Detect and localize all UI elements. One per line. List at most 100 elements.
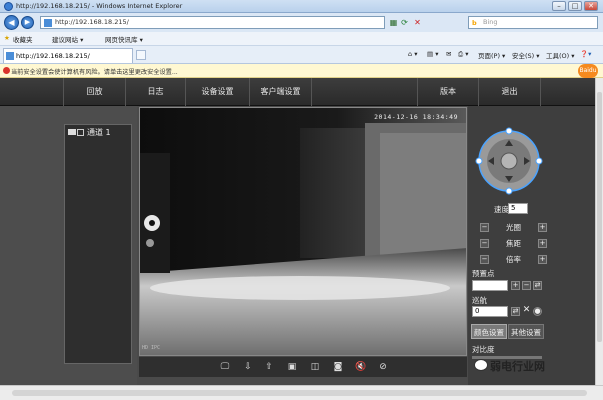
cruise-value: 0 (475, 307, 480, 315)
iris-minus-button[interactable]: − (480, 223, 489, 232)
preset-add-button[interactable]: + (511, 281, 520, 290)
wechat-icon (474, 359, 488, 371)
security-info-bar[interactable]: 当前安全设置会使计算机有风险。请单击这里更改安全设置... (0, 64, 603, 78)
nav-log[interactable]: 日志 (126, 78, 186, 106)
print-icon[interactable]: ⎙ ▾ (458, 50, 469, 59)
channel-label: 通道 1 (87, 128, 111, 137)
preset-label: 预置点 (472, 269, 495, 278)
bing-icon: b (472, 19, 477, 27)
focus-label: 焦距 (506, 239, 521, 248)
compatibility-icon[interactable]: ▦ (389, 18, 398, 27)
record-icon[interactable]: ▣ (286, 361, 298, 373)
speed-select[interactable]: 5 (508, 203, 528, 214)
contrast-label: 对比度 (472, 345, 495, 354)
back-button[interactable]: ◀ (4, 15, 19, 30)
speed-value: 5 (511, 204, 516, 212)
maximize-button[interactable]: □ (568, 1, 582, 11)
tab-color-settings[interactable]: 颜色设置 (471, 324, 507, 339)
mute-icon[interactable]: 🔇 (355, 361, 367, 373)
home-icon[interactable]: ⌂ ▾ (408, 50, 417, 58)
channel-item[interactable]: 通道 1 (65, 125, 131, 139)
close-button[interactable]: ✕ (584, 1, 598, 11)
video-viewport[interactable]: 2014-12-16 18:34:49 HD IPC (139, 107, 467, 356)
focus-minus-button[interactable]: − (480, 239, 489, 248)
cruise-delete-button[interactable]: ✕ (522, 306, 531, 316)
refresh-icon[interactable]: ⟳ (400, 18, 409, 27)
page-menu[interactable]: 页面(P) ▾ (478, 50, 505, 60)
watermark: 弱电行业网 (490, 360, 545, 373)
suggested-sites-link[interactable]: 建议网站 ▾ (52, 34, 83, 44)
tab-favicon-icon (6, 52, 14, 60)
nav-client-settings[interactable]: 客户端设置 (250, 78, 312, 106)
zoom-label: 倍率 (506, 255, 521, 264)
preset-select[interactable] (472, 280, 508, 291)
info-bar-text: 当前安全设置会使计算机有风险。请单击这里更改安全设置... (11, 69, 178, 76)
preset-goto-button[interactable]: ⇄ (533, 281, 542, 290)
web-slice-gallery-link[interactable]: 网页快讯库 ▾ (105, 34, 143, 44)
forward-button[interactable]: ▶ (21, 16, 34, 29)
cruise-label: 巡航 (472, 296, 487, 305)
camera-feed-image (140, 108, 466, 355)
iris-label: 光圈 (506, 223, 521, 232)
speed-label: 速度 (494, 205, 509, 214)
help-icon[interactable]: ❓▾ (580, 50, 591, 58)
tab-row: http://192.168.18.215/ ⌂ ▾ ▤ ▾ ✉ ⎙ ▾ 页面(… (0, 46, 603, 64)
warning-icon (3, 67, 10, 74)
import-icon[interactable]: ⇩ (242, 361, 254, 373)
zoom-minus-button[interactable]: − (480, 255, 489, 264)
tab-label: http://192.168.18.215/ (16, 52, 90, 60)
focus-plus-button[interactable]: + (538, 239, 547, 248)
stop-icon[interactable]: ⊘ (377, 361, 389, 373)
cruise-play-button[interactable]: ● (533, 307, 542, 316)
nav-device-settings[interactable]: 设备设置 (186, 78, 250, 106)
minimize-button[interactable]: – (552, 1, 566, 11)
safety-menu[interactable]: 安全(S) ▾ (512, 50, 540, 60)
channel-status-icon (77, 129, 84, 136)
page-favicon-icon (44, 19, 52, 27)
vertical-scrollbar[interactable] (595, 78, 603, 385)
iris-plus-button[interactable]: + (538, 223, 547, 232)
nav-spacer (0, 78, 64, 106)
snapshot-icon[interactable]: ◙ (332, 361, 344, 373)
cruise-edit-button[interactable]: ⇄ (511, 307, 520, 316)
search-input[interactable]: b Bing (468, 16, 598, 29)
favorites-button[interactable]: 收藏夹 (13, 34, 33, 44)
tools-menu[interactable]: 工具(O) ▾ (546, 50, 575, 60)
feeds-icon[interactable]: ▤ ▾ (427, 50, 438, 58)
address-url: http://192.168.18.215/ (55, 18, 129, 26)
nav-version[interactable]: 版本 (417, 78, 479, 106)
search-placeholder: Bing (483, 18, 498, 26)
tab-other-settings[interactable]: 其他设置 (508, 324, 544, 339)
horizontal-scrollbar[interactable] (0, 385, 603, 400)
export-icon[interactable]: ⇧ (263, 361, 275, 373)
zoom-plus-button[interactable]: + (538, 255, 547, 264)
baidu-badge[interactable]: Baidu (578, 64, 598, 78)
favorites-bar: ★ 收藏夹 建议网站 ▾ 网页快讯库 ▾ (0, 32, 603, 46)
mail-icon[interactable]: ✉ (446, 50, 451, 58)
main-nav: 回放 日志 设备设置 客户端设置 版本 退出 (0, 78, 595, 106)
address-row: ◀ ▶ http://192.168.18.215/ ▦ ⟳ ✕ b Bing (0, 13, 603, 32)
monitor-icon[interactable]: 🖵 (219, 361, 231, 373)
ptz-panel: 速度 5 − 光圈 + − 焦距 + − 倍率 + 预置点 + − ⇄ 巡航 0… (468, 106, 595, 385)
star-icon: ★ (4, 34, 10, 42)
window-title: http://192.168.18.215/ - Windows Interne… (16, 2, 183, 10)
cruise-select[interactable]: 0 (472, 306, 508, 317)
split-icon[interactable]: ◫ (309, 361, 321, 373)
stop-icon[interactable]: ✕ (413, 18, 422, 27)
channel-list: 通道 1 (64, 124, 132, 364)
video-toolbar: 🖵 ⇩ ⇧ ▣ ◫ ◙ 🔇 ⊘ (139, 357, 467, 377)
address-input[interactable]: http://192.168.18.215/ (40, 16, 385, 29)
camera-icon (68, 129, 76, 135)
scroll-thumb-h[interactable] (12, 390, 587, 396)
nav-playback[interactable]: 回放 (64, 78, 126, 106)
scroll-thumb[interactable] (597, 92, 602, 342)
video-corner-label: HD IPC (142, 345, 161, 351)
browser-tab[interactable]: http://192.168.18.215/ (3, 48, 133, 63)
nav-logout[interactable]: 退出 (479, 78, 541, 106)
window-titlebar: http://192.168.18.215/ - Windows Interne… (0, 0, 603, 13)
preset-remove-button[interactable]: − (522, 281, 531, 290)
ptz-joystick[interactable] (474, 126, 544, 196)
video-timestamp: 2014-12-16 18:34:49 (374, 113, 458, 121)
new-tab-button[interactable] (136, 50, 146, 60)
ie-icon (4, 2, 13, 11)
